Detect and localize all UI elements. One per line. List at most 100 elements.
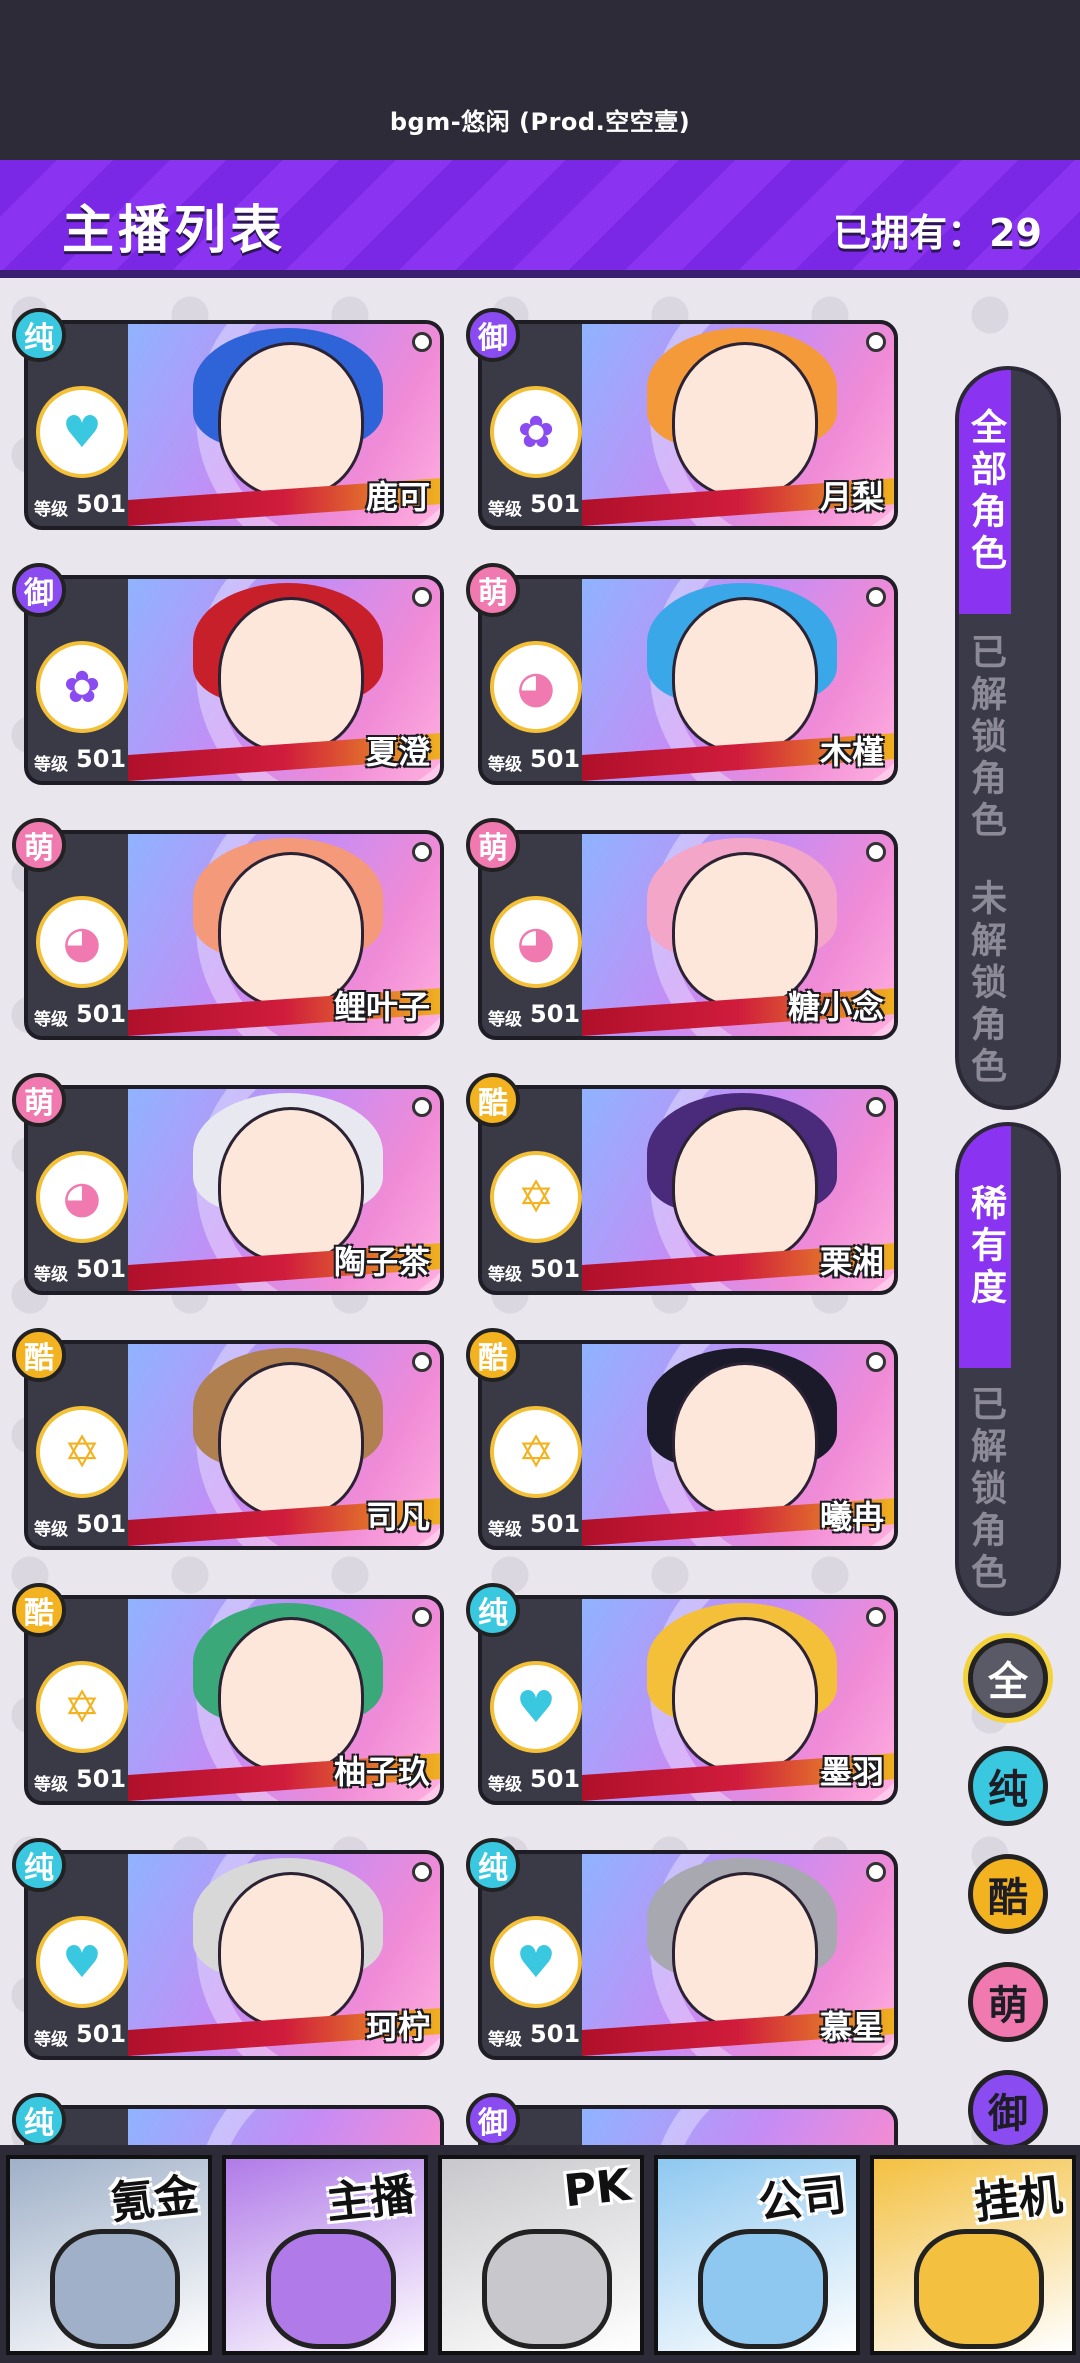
level-label: 等级 bbox=[34, 2030, 68, 2050]
type-badge: 御 bbox=[466, 308, 520, 362]
type-badge: 酷 bbox=[12, 1328, 66, 1382]
level-value: 501 bbox=[76, 745, 127, 773]
side-panel-rarity: 稀有度 已解锁角色 bbox=[955, 1122, 1061, 1616]
filter-button-1[interactable]: 纯 bbox=[968, 1746, 1048, 1826]
type-badge: 纯 bbox=[12, 2093, 66, 2147]
nav-tab-4[interactable]: 挂机 bbox=[870, 2155, 1076, 2355]
streamer-name: 栗湘 bbox=[819, 1243, 884, 1281]
streamer-name: 木槿 bbox=[819, 733, 884, 771]
type-badge: 酷 bbox=[466, 1328, 520, 1382]
type-badge: 纯 bbox=[466, 1583, 520, 1637]
card-indicator-dot bbox=[412, 1607, 432, 1627]
streamer-name: 糖小念 bbox=[787, 988, 884, 1026]
side-tab-1[interactable]: 已解锁角色 bbox=[959, 614, 1011, 862]
character-portrait bbox=[672, 1107, 818, 1263]
character-portrait bbox=[672, 342, 818, 498]
nav-label: 氪金 bbox=[108, 2169, 201, 2230]
character-portrait bbox=[672, 1872, 818, 2028]
streamer-card[interactable]: ◕ 等级 501 木槿 bbox=[478, 575, 898, 785]
streamer-card[interactable]: ✡ 等级 501 栗湘 bbox=[478, 1085, 898, 1295]
card-indicator-dot bbox=[866, 1862, 886, 1882]
level-label: 等级 bbox=[488, 1010, 522, 1030]
streamer-name: 柚子玖 bbox=[333, 1753, 430, 1791]
card-indicator-dot bbox=[866, 842, 886, 862]
filter-button-0[interactable]: 全 bbox=[968, 1638, 1048, 1718]
nav-tab-1[interactable]: 主播 bbox=[222, 2155, 428, 2355]
owned-label: 已拥有： bbox=[833, 211, 986, 255]
rarity-tab-0[interactable]: 稀有度 bbox=[959, 1126, 1011, 1368]
nav-tab-2[interactable]: PK bbox=[438, 2155, 644, 2355]
rarity-tab-1[interactable]: 已解锁角色 bbox=[959, 1368, 1011, 1612]
cat-icon: ◕ bbox=[490, 896, 582, 988]
card-indicator-dot bbox=[866, 587, 886, 607]
filter-button-2[interactable]: 酷 bbox=[968, 1854, 1048, 1934]
star-icon: ✡ bbox=[36, 1661, 128, 1753]
side-tab-2[interactable]: 未解锁角色 bbox=[959, 862, 1011, 1106]
streamer-card[interactable]: ✡ 等级 501 司凡 bbox=[24, 1340, 444, 1550]
level-label: 等级 bbox=[34, 755, 68, 775]
nav-tab-3[interactable]: 公司 bbox=[654, 2155, 860, 2355]
page-title: 主播列表 bbox=[62, 201, 287, 261]
nav-illustration-icon bbox=[50, 2229, 180, 2349]
card-indicator-dot bbox=[412, 332, 432, 352]
nav-label: PK bbox=[561, 2159, 633, 2218]
streamer-card[interactable]: ✿ 等级 501 夏澄 bbox=[24, 575, 444, 785]
nav-illustration-icon bbox=[698, 2229, 828, 2349]
filter-button-4[interactable]: 御 bbox=[968, 2070, 1048, 2150]
level-value: 501 bbox=[530, 1765, 581, 1793]
level-value: 501 bbox=[530, 2020, 581, 2048]
level-label: 等级 bbox=[34, 1265, 68, 1285]
type-badge: 御 bbox=[12, 563, 66, 617]
type-badge: 萌 bbox=[12, 818, 66, 872]
star-icon: ✡ bbox=[36, 1406, 128, 1498]
streamer-card[interactable]: ✡ 等级 501 柚子玖 bbox=[24, 1595, 444, 1805]
streamer-name: 夏澄 bbox=[365, 733, 430, 771]
level-value: 501 bbox=[76, 1765, 127, 1793]
card-indicator-dot bbox=[866, 1097, 886, 1117]
streamer-card[interactable]: ✡ 等级 501 曦冉 bbox=[478, 1340, 898, 1550]
nav-tab-0[interactable]: 氪金 bbox=[6, 2155, 212, 2355]
level-value: 501 bbox=[530, 1255, 581, 1283]
card-indicator-dot bbox=[412, 842, 432, 862]
streamer-card[interactable]: ◕ 等级 501 陶子茶 bbox=[24, 1085, 444, 1295]
streamer-card[interactable]: ♥ 等级 501 慕星 bbox=[478, 1850, 898, 2060]
side-tab-0[interactable]: 全部角色 bbox=[959, 370, 1011, 614]
streamer-name: 墨羽 bbox=[819, 1753, 884, 1791]
streamer-name: 司凡 bbox=[365, 1498, 430, 1536]
nav-illustration-icon bbox=[914, 2229, 1044, 2349]
streamer-card[interactable]: ♥ 等级 501 墨羽 bbox=[478, 1595, 898, 1805]
type-badge: 萌 bbox=[466, 818, 520, 872]
heart-pulse-icon: ♥ bbox=[490, 1916, 582, 2008]
streamer-name: 慕星 bbox=[819, 2008, 884, 2046]
rose-icon: ✿ bbox=[36, 641, 128, 733]
bottom-nav: 氪金 主播 PK 公司 挂机 bbox=[0, 2145, 1080, 2363]
level-value: 501 bbox=[530, 745, 581, 773]
card-indicator-dot bbox=[866, 1607, 886, 1627]
level-value: 501 bbox=[530, 490, 581, 518]
streamer-card[interactable]: ♥ 等级 501 珂柠 bbox=[24, 1850, 444, 2060]
streamer-card[interactable]: ✿ 等级 501 月梨 bbox=[478, 320, 898, 530]
streamer-card[interactable]: ◕ 等级 501 鲤叶子 bbox=[24, 830, 444, 1040]
character-portrait bbox=[218, 342, 364, 498]
character-portrait bbox=[218, 1362, 364, 1518]
card-indicator-dot bbox=[866, 1352, 886, 1372]
nav-label: 主播 bbox=[324, 2169, 417, 2230]
level-label: 等级 bbox=[34, 1520, 68, 1540]
filter-button-3[interactable]: 萌 bbox=[968, 1962, 1048, 2042]
type-badge: 纯 bbox=[12, 308, 66, 362]
streamer-name: 曦冉 bbox=[819, 1498, 884, 1536]
card-indicator-dot bbox=[412, 1352, 432, 1372]
character-portrait bbox=[672, 1362, 818, 1518]
level-label: 等级 bbox=[488, 1265, 522, 1285]
level-value: 501 bbox=[76, 1000, 127, 1028]
character-portrait bbox=[672, 597, 818, 753]
cat-icon: ◕ bbox=[36, 896, 128, 988]
heart-pulse-icon: ♥ bbox=[490, 1661, 582, 1753]
streamer-name: 珂柠 bbox=[365, 2008, 430, 2046]
star-icon: ✡ bbox=[490, 1151, 582, 1243]
type-badge: 御 bbox=[466, 2093, 520, 2147]
streamer-card[interactable]: ◕ 等级 501 糖小念 bbox=[478, 830, 898, 1040]
rose-icon: ✿ bbox=[490, 386, 582, 478]
level-label: 等级 bbox=[488, 1775, 522, 1795]
streamer-card[interactable]: ♥ 等级 501 鹿可 bbox=[24, 320, 444, 530]
